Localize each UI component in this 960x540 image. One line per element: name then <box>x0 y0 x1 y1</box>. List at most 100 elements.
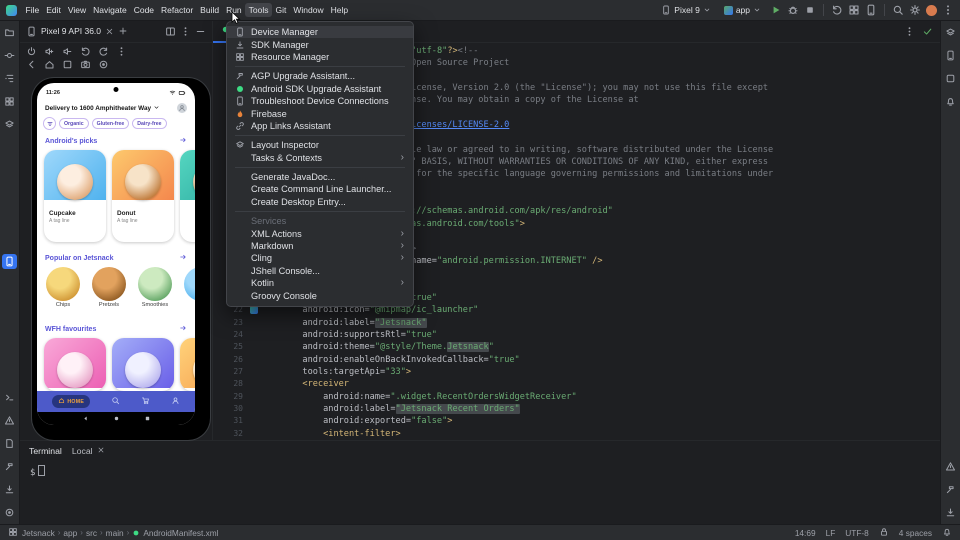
rotl-icon[interactable] <box>80 46 91 57</box>
stripe-logcat[interactable] <box>2 436 17 451</box>
home-icon[interactable] <box>44 59 55 70</box>
profile-avatar[interactable] <box>177 103 187 113</box>
volup-icon[interactable] <box>44 46 55 57</box>
crumb-jetsnack[interactable]: Jetsnack <box>22 528 55 538</box>
stripe-running-devices[interactable] <box>2 254 17 269</box>
stripe-problems[interactable] <box>943 459 958 474</box>
arrow-forward-icon[interactable] <box>179 324 187 334</box>
stripe-project[interactable] <box>2 25 17 40</box>
menu-view[interactable]: View <box>64 3 89 17</box>
tools-menu-item-create-command-line-launcher[interactable]: Create Command Line Launcher... <box>227 183 413 195</box>
menu-build[interactable]: Build <box>197 3 223 17</box>
stripe-resource-manager[interactable] <box>2 94 17 109</box>
android-recents-button[interactable] <box>144 415 151 422</box>
crumb-app[interactable]: app <box>63 528 77 538</box>
stripe-problems[interactable] <box>2 413 17 428</box>
tools-menu-item-create-desktop-entry[interactable]: Create Desktop Entry... <box>227 196 413 208</box>
editor-options-icon[interactable] <box>904 26 915 37</box>
settings-button[interactable] <box>909 4 921 16</box>
indent-setting[interactable]: 4 spaces <box>899 528 932 538</box>
file-encoding[interactable]: UTF-8 <box>845 528 869 538</box>
stripe-notifications[interactable] <box>943 94 958 109</box>
stripe-device-manager[interactable] <box>943 48 958 63</box>
popular-item-pretzels[interactable]: Pretzels <box>90 267 128 317</box>
tools-menu-item-generate-javadoc[interactable]: Generate JavaDoc... <box>227 171 413 183</box>
inspections-ok-icon[interactable] <box>922 26 933 37</box>
wfh-card-3[interactable] <box>180 338 195 391</box>
popular-item-smoothies[interactable]: Smoothies <box>136 267 174 317</box>
nav-search-button[interactable] <box>111 396 120 407</box>
tools-menu-item-agp-upgrade-assistant[interactable]: AGP Upgrade Assistant... <box>227 70 413 82</box>
run-button[interactable] <box>770 4 782 16</box>
close-icon[interactable] <box>97 446 105 456</box>
terminal-title[interactable]: Terminal <box>29 446 62 456</box>
snack-card-cupcake[interactable]: CupcakeA tag line <box>44 150 106 242</box>
stripe-emulator[interactable] <box>943 71 958 86</box>
menu-run[interactable]: Run <box>223 3 246 17</box>
lock-icon[interactable] <box>879 527 889 539</box>
close-icon[interactable] <box>105 27 114 36</box>
stop-button[interactable] <box>804 4 816 16</box>
nav-cart-button[interactable] <box>141 396 150 407</box>
power-icon[interactable] <box>26 46 37 57</box>
stripe-device-explorer[interactable] <box>943 505 958 520</box>
record-icon[interactable] <box>98 59 109 70</box>
terminal-output[interactable]: $ <box>20 460 941 483</box>
stripe-terminal[interactable] <box>2 390 17 405</box>
tools-menu-item-layout-inspector[interactable]: Layout Inspector <box>227 139 413 151</box>
stripe-profiler[interactable] <box>2 505 17 520</box>
sync-project-button[interactable] <box>831 4 843 16</box>
delivery-selector[interactable]: Delivery to 1600 Amphitheater Way <box>37 99 195 115</box>
menu-edit[interactable]: Edit <box>43 3 65 17</box>
menu-help[interactable]: Help <box>327 3 351 17</box>
search-everywhere-button[interactable] <box>892 4 904 16</box>
tools-menu-item-troubleshoot-device-connections[interactable]: Troubleshoot Device Connections <box>227 95 413 107</box>
user-avatar[interactable] <box>926 5 937 16</box>
android-back-button[interactable] <box>82 415 89 422</box>
stripe-structure[interactable] <box>2 71 17 86</box>
wfh-card-2[interactable] <box>112 338 174 391</box>
recents-icon[interactable] <box>62 59 73 70</box>
wfh-card-1[interactable] <box>44 338 106 391</box>
nav-profile-button[interactable] <box>171 396 180 407</box>
stripe-dependencies[interactable] <box>2 117 17 132</box>
notifications-bell-icon[interactable] <box>942 527 952 539</box>
back-nav-icon[interactable] <box>26 59 37 70</box>
split-view-icon[interactable] <box>165 26 176 37</box>
rotr-icon[interactable] <box>98 46 109 57</box>
android-home-button[interactable] <box>113 415 120 422</box>
tools-menu-item-jshell-console[interactable]: JShell Console... <box>227 265 413 277</box>
filter-button[interactable] <box>43 117 56 130</box>
popular-item[interactable] <box>182 267 195 317</box>
menu-navigate[interactable]: Navigate <box>90 3 131 17</box>
menu-window[interactable]: Window <box>290 3 327 17</box>
menu-file[interactable]: File <box>22 3 43 17</box>
stripe-commit[interactable] <box>2 48 17 63</box>
add-device-icon[interactable] <box>118 26 128 36</box>
tool-windows-button[interactable] <box>848 4 860 16</box>
menu-git[interactable]: Git <box>272 3 290 17</box>
panel-options-icon[interactable] <box>180 26 191 37</box>
menu-refactor[interactable]: Refactor <box>158 3 197 17</box>
tools-menu-item-firebase[interactable]: Firebase <box>227 107 413 119</box>
stripe-gradle[interactable] <box>943 25 958 40</box>
tools-menu-item-device-manager[interactable]: Device Manager <box>227 26 413 38</box>
hide-panel-icon[interactable] <box>195 26 206 37</box>
stripe-build[interactable] <box>2 459 17 474</box>
tools-menu-item-xml-actions[interactable]: XML Actions› <box>227 227 413 239</box>
more-actions-button[interactable] <box>942 4 954 16</box>
menu-tools[interactable]: Tools <box>245 3 272 17</box>
debug-button[interactable] <box>787 4 799 16</box>
nav-home-button[interactable]: HOME <box>52 395 90 408</box>
tools-menu-item-markdown[interactable]: Markdown› <box>227 240 413 252</box>
chip-dairy-free[interactable]: Dairy-free <box>132 118 166 129</box>
run-config-selector[interactable]: app <box>720 4 765 16</box>
crumb-androidmanifest-xml[interactable]: AndroidManifest.xml <box>143 528 218 538</box>
tools-menu-item-tasks-contexts[interactable]: Tasks & Contexts› <box>227 152 413 164</box>
chip-organic[interactable]: Organic <box>59 118 89 129</box>
tools-menu-item-kotlin[interactable]: Kotlin› <box>227 277 413 289</box>
camera-icon[interactable] <box>80 59 91 70</box>
voldown-icon[interactable] <box>62 46 73 57</box>
crumb-src[interactable]: src <box>86 528 97 538</box>
snack-card[interactable] <box>180 150 195 242</box>
